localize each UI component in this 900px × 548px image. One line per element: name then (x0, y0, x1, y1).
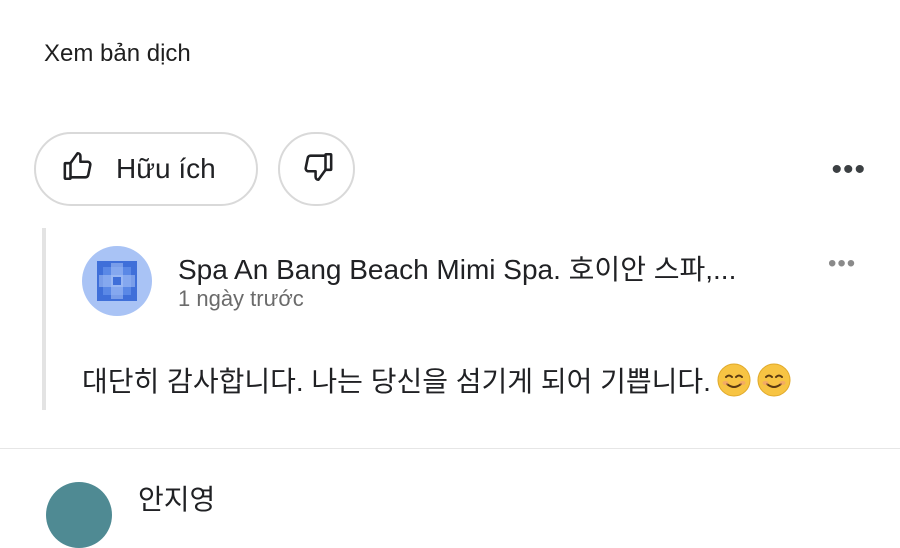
translate-link[interactable]: Xem bản dịch (44, 40, 191, 68)
business-logo-icon (97, 261, 137, 301)
reply-timestamp: 1 ngày trước (178, 286, 304, 311)
owner-reply-text: 대단히 감사합니다. 나는 당신을 섬기게 되어 기쁩니다. (82, 360, 791, 400)
reply-indent-bar (42, 228, 46, 410)
next-reviewer-avatar[interactable] (46, 482, 112, 548)
smiling-face-emoji-icon (757, 363, 791, 397)
helpful-button[interactable]: Hữu ích (34, 132, 258, 206)
smiling-face-emoji-icon (717, 363, 751, 397)
thumbs-up-icon (62, 149, 96, 190)
owner-avatar[interactable] (82, 246, 152, 316)
reply-more-options-icon[interactable]: ••• (828, 250, 856, 278)
next-reviewer-name[interactable]: 안지영 (138, 478, 215, 518)
thumbs-down-icon (300, 150, 334, 189)
more-options-icon[interactable]: ••• (831, 155, 866, 185)
helpful-label: Hữu ích (116, 153, 216, 184)
owner-name[interactable]: Spa An Bang Beach Mimi Spa. 호이안 스파,... (178, 248, 736, 288)
review-divider (0, 448, 900, 449)
unhelpful-button[interactable] (278, 132, 355, 206)
reply-body: 대단히 감사합니다. 나는 당신을 섬기게 되어 기쁩니다. (82, 366, 711, 397)
